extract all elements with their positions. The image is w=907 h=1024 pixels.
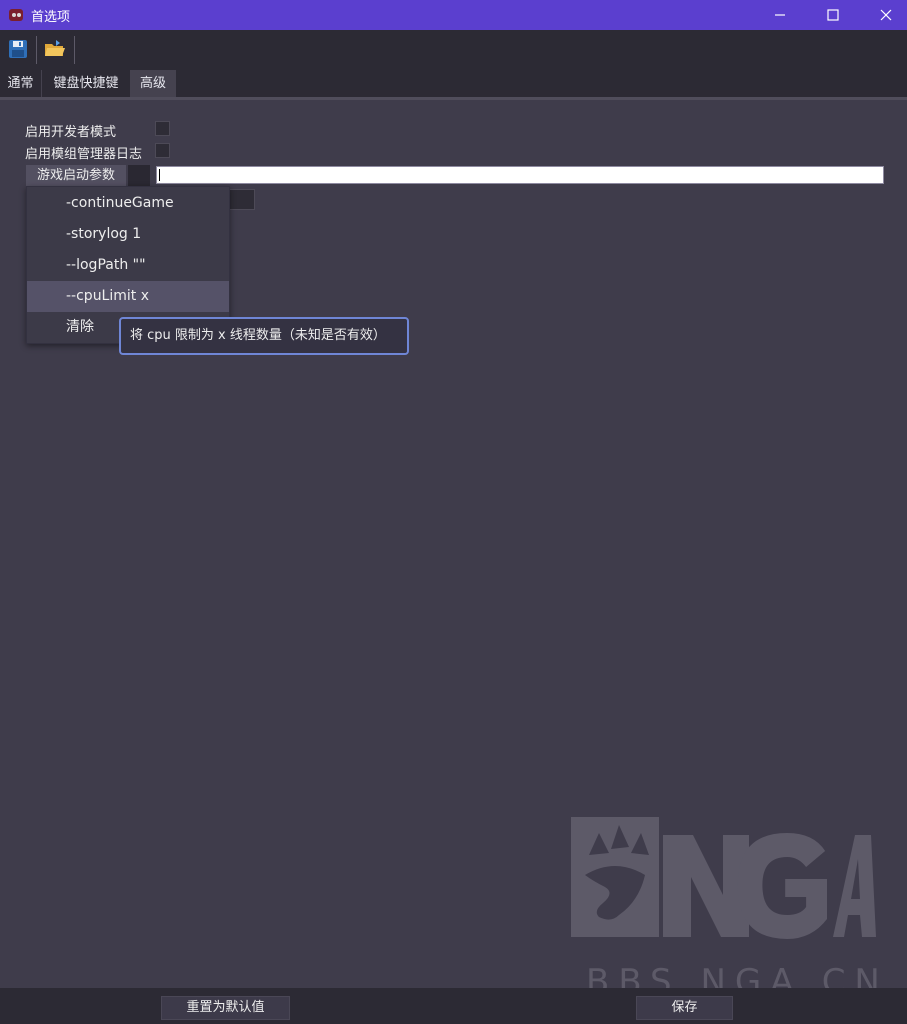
cpu-limit-tooltip: 将 cpu 限制为 x 线程数量（未知是否有效） xyxy=(119,317,409,355)
nga-watermark-logo xyxy=(571,817,876,939)
save-toolbar-button[interactable] xyxy=(5,36,31,62)
mod-manager-log-label: 启用模组管理器日志 xyxy=(25,147,143,162)
title-bar: 首选项 xyxy=(0,0,907,30)
menu-item-cpu-limit[interactable]: --cpuLimit x xyxy=(27,281,229,312)
save-button[interactable]: 保存 xyxy=(636,996,733,1020)
open-toolbar-button[interactable] xyxy=(42,36,68,62)
toolbar xyxy=(0,30,907,70)
minimize-icon xyxy=(775,14,785,16)
tab-general[interactable]: 通常 xyxy=(0,70,42,98)
tab-bar: 通常 键盘快捷键 高级 xyxy=(0,70,907,98)
menu-item-continue-game[interactable]: -continueGame xyxy=(27,188,229,219)
folder-open-icon xyxy=(45,40,65,56)
window-title: 首选项 xyxy=(31,10,71,25)
tab-advanced[interactable]: 高级 xyxy=(131,70,176,98)
minimize-button[interactable] xyxy=(757,0,803,30)
save-icon xyxy=(9,40,27,58)
text-caret xyxy=(159,169,160,181)
maximize-button[interactable] xyxy=(810,0,856,30)
developer-mode-label: 启用开发者模式 xyxy=(25,125,117,140)
maximize-icon xyxy=(827,9,839,21)
tab-keyboard-shortcuts[interactable]: 键盘快捷键 xyxy=(42,70,131,98)
mod-manager-log-checkbox[interactable] xyxy=(155,143,170,158)
menu-item-storylog[interactable]: -storylog 1 xyxy=(27,219,229,250)
close-button[interactable] xyxy=(863,0,907,30)
launch-args-toggle[interactable] xyxy=(128,165,150,187)
obscured-checkbox[interactable] xyxy=(228,189,255,210)
developer-mode-checkbox[interactable] xyxy=(155,121,170,136)
menu-item-log-path[interactable]: --logPath "" xyxy=(27,250,229,281)
app-icon xyxy=(9,9,23,21)
toolbar-separator xyxy=(74,36,75,64)
footer-bar: 重置为默认值 保存 xyxy=(0,988,907,1024)
reset-defaults-button[interactable]: 重置为默认值 xyxy=(161,996,290,1020)
close-icon xyxy=(880,9,892,21)
launch-args-button[interactable]: 游戏启动参数 xyxy=(26,165,126,187)
tab-underline xyxy=(0,97,907,100)
launch-args-input[interactable] xyxy=(156,166,884,184)
toolbar-separator xyxy=(36,36,37,64)
